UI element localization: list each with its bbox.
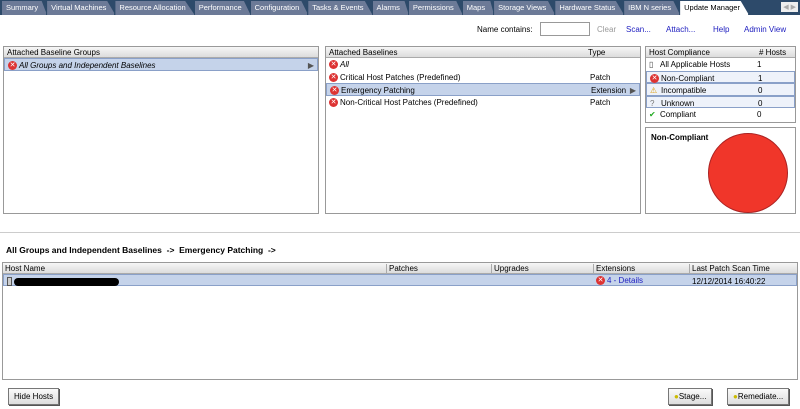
tab-scroll-arrows[interactable]: ◀ ▶	[781, 2, 798, 12]
table-row[interactable]: ✕4 - Details 12/12/2014 16:40:22	[3, 274, 797, 286]
baseline-groups-panel: Attached Baseline Groups ✕All Groups and…	[3, 46, 319, 214]
breadcrumb-baseline[interactable]: Emergency Patching	[179, 245, 263, 255]
groups-header[interactable]: Attached Baseline Groups	[4, 47, 318, 58]
toolbar: Name contains: Clear Scan... Attach... H…	[0, 22, 800, 38]
host-icon: ▯	[649, 60, 660, 69]
compliance-header: Host Compliance # Hosts	[646, 47, 795, 58]
host-count: 0	[758, 86, 762, 95]
details-link[interactable]: 4 - Details	[607, 276, 643, 285]
compliance-row[interactable]: ✕Non-Compliant 1	[646, 71, 795, 84]
tab-tasks-events[interactable]: Tasks & Events	[308, 1, 372, 15]
breadcrumb-group[interactable]: All Groups and Independent Baselines	[6, 245, 162, 255]
non-compliant-icon: ✕	[329, 60, 338, 69]
breadcrumb-sep: ->	[268, 245, 276, 255]
arrow-right-icon: ▶	[630, 86, 636, 95]
tab-configuration[interactable]: Configuration	[251, 1, 309, 15]
tab-permissions[interactable]: Permissions	[409, 1, 463, 15]
baseline-type: Patch	[590, 73, 610, 82]
host-count: 1	[757, 60, 761, 69]
non-compliant-icon: ✕	[596, 276, 605, 285]
host-count: 0	[757, 110, 761, 119]
compliance-col-header: Host Compliance	[649, 48, 710, 57]
tab-performance[interactable]: Performance	[195, 1, 251, 15]
compliance-label: Unknown	[661, 99, 694, 108]
tab-maps[interactable]: Maps	[463, 1, 494, 15]
remediate-label: Remediate...	[738, 392, 783, 401]
group-label: All Groups and Independent Baselines	[19, 61, 156, 70]
chart-title: Non-Compliant	[651, 133, 708, 142]
check-icon: ✔	[649, 110, 660, 119]
compliance-row[interactable]: ?Unknown 0	[646, 96, 795, 109]
baseline-item[interactable]: ✕Non-Critical Host Patches (Predefined) P…	[326, 96, 640, 109]
stage-label: Stage...	[679, 392, 707, 401]
compliance-chart: Non-Compliant	[645, 127, 796, 214]
compliance-label: Incompatible	[661, 86, 706, 95]
hide-hosts-button[interactable]: Hide Hosts	[8, 388, 59, 405]
baseline-type: Extension	[591, 86, 626, 95]
breadcrumb: All Groups and Independent Baselines -> …	[6, 245, 276, 255]
hosts-table: Host NamePatchesUpgradesExtensionsLast P…	[2, 262, 798, 380]
name-contains-label: Name contains:	[477, 25, 533, 34]
attach-link[interactable]: Attach...	[666, 25, 695, 34]
admin-view-link[interactable]: Admin View	[744, 25, 786, 34]
host-count: 0	[758, 99, 762, 108]
baseline-name: Emergency Patching	[341, 86, 415, 95]
tab-virtual-machines[interactable]: Virtual Machines	[47, 1, 115, 15]
non-compliant-icon: ✕	[329, 98, 338, 107]
name-contains-input[interactable]	[540, 22, 590, 36]
host-compliance-table: Host Compliance # Hosts ▯All Applicable H…	[645, 46, 796, 123]
divider	[0, 232, 800, 233]
tab-update-manager[interactable]: Update Manager	[680, 1, 749, 15]
host-count: 1	[758, 74, 762, 83]
compliance-row[interactable]: ⚠Incompatible 0	[646, 83, 795, 96]
scan-time-cell: 12/12/2014 16:40:22	[692, 277, 765, 286]
stage-button[interactable]: ●Stage...	[668, 388, 712, 405]
hosts-col-header: # Hosts	[759, 48, 786, 57]
baseline-item[interactable]: ✕All	[326, 58, 640, 71]
warning-icon: ⚠	[650, 86, 661, 95]
arrow-right-icon: ▶	[308, 61, 314, 70]
clear-link[interactable]: Clear	[597, 25, 616, 34]
breadcrumb-sep: ->	[167, 245, 175, 255]
baseline-type: Patch	[590, 98, 610, 107]
compliance-label: All Applicable Hosts	[660, 60, 730, 69]
tab-alarms[interactable]: Alarms	[373, 1, 409, 15]
remediate-button[interactable]: ●Remediate...	[727, 388, 789, 405]
unknown-icon: ?	[650, 99, 661, 108]
tab-hardware-status[interactable]: Hardware Status	[555, 1, 624, 15]
group-item[interactable]: ✕All Groups and Independent Baselines ▶	[4, 58, 318, 71]
non-compliant-icon: ✕	[330, 86, 339, 95]
tab-summary[interactable]: Summary	[2, 1, 47, 15]
help-link[interactable]: Help	[713, 25, 729, 34]
compliance-label: Compliant	[660, 110, 696, 119]
tab-ibm-n-series[interactable]: IBM N series	[624, 1, 680, 15]
host-name-redacted	[14, 278, 119, 286]
baseline-item[interactable]: ✕Emergency Patching Extension ▶	[326, 83, 640, 96]
tab-bar: SummaryVirtual MachinesResource Allocati…	[0, 0, 800, 15]
baseline-col-header[interactable]: Attached Baselines	[329, 48, 398, 57]
compliance-row[interactable]: ✔Compliant 0	[646, 108, 795, 121]
baselines-panel: Attached BaselinesType ✕All✕Critical Hos…	[325, 46, 641, 214]
compliance-row[interactable]: ▯All Applicable Hosts 1	[646, 58, 795, 71]
non-compliant-icon: ✕	[329, 73, 338, 82]
baselines-header: Attached Baselines Type	[326, 47, 640, 58]
host-icon	[7, 277, 12, 286]
baseline-name: All	[340, 60, 349, 69]
baseline-item[interactable]: ✕Critical Host Patches (Predefined) Patch	[326, 71, 640, 84]
hosts-header: Host NamePatchesUpgradesExtensionsLast P…	[3, 263, 797, 274]
baseline-name: Non-Critical Host Patches (Predefined)	[340, 98, 478, 107]
type-col-header[interactable]: Type	[588, 48, 605, 57]
compliance-label: Non-Compliant	[661, 74, 714, 83]
baseline-name: Critical Host Patches (Predefined)	[340, 73, 461, 82]
tab-resource-allocation[interactable]: Resource Allocation	[115, 1, 194, 15]
non-compliant-icon: ✕	[650, 74, 659, 83]
pie-slice-non-compliant	[708, 133, 788, 213]
non-compliant-icon: ✕	[8, 61, 17, 70]
extensions-cell[interactable]: ✕4 - Details	[596, 276, 643, 285]
scan-link[interactable]: Scan...	[626, 25, 651, 34]
tab-storage-views[interactable]: Storage Views	[494, 1, 555, 15]
